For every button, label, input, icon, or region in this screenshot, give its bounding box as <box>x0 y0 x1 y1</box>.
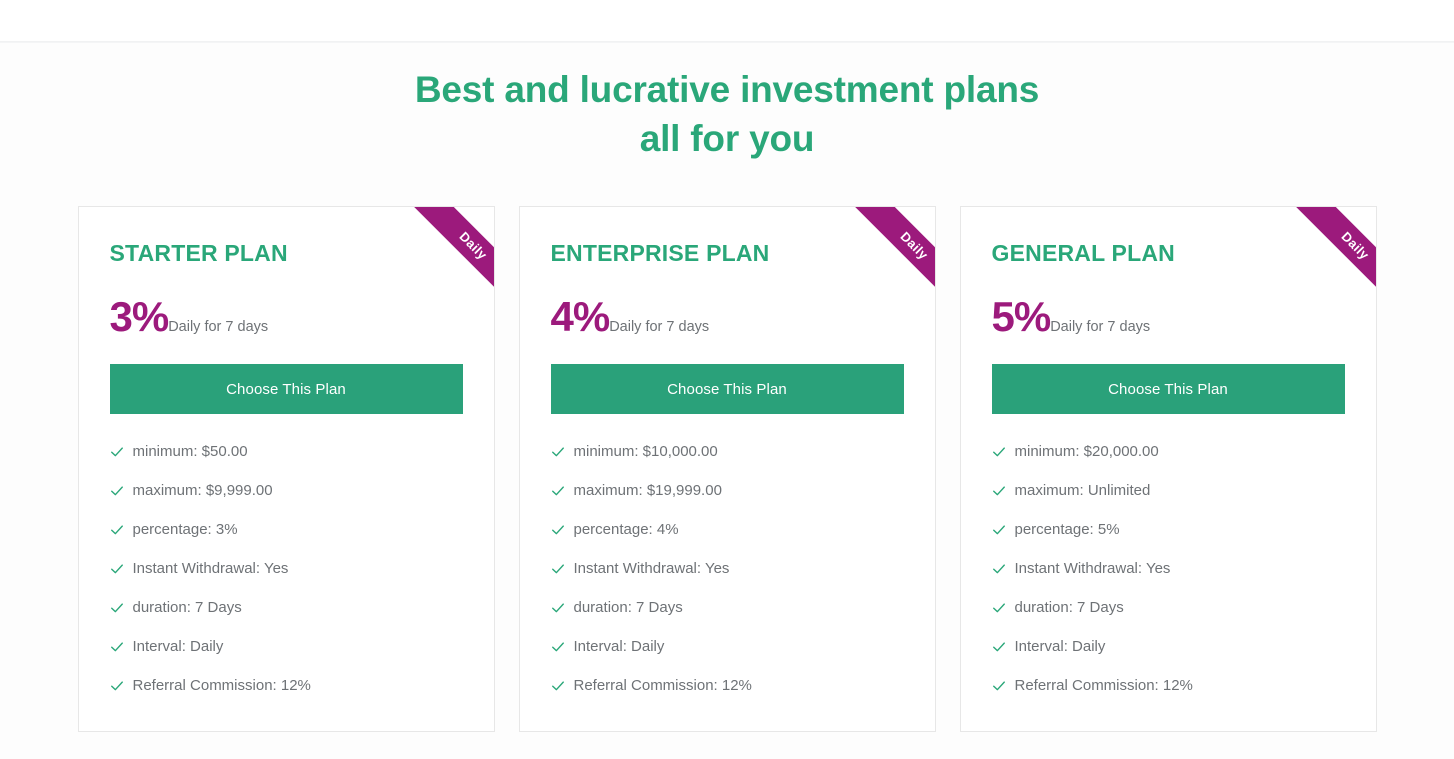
page-title-line-1: Best and lucrative investment plans <box>414 69 1040 110</box>
plan-rate-row: 4% Daily for 7 days <box>551 296 904 338</box>
plan-card-body: GENERAL PLAN 5% Daily for 7 days Choose … <box>961 207 1376 731</box>
plan-feature-item: minimum: $50.00 <box>110 440 463 463</box>
plan-rate-row: 5% Daily for 7 days <box>992 296 1345 338</box>
plan-feature-label: Instant Withdrawal: Yes <box>573 560 730 577</box>
check-icon <box>551 523 565 537</box>
check-icon <box>551 679 565 693</box>
plan-feature-label: maximum: Unlimited <box>1014 482 1151 499</box>
plan-feature-item: Instant Withdrawal: Yes <box>992 557 1345 580</box>
plan-cards-container: Daily STARTER PLAN 3% Daily for 7 days C… <box>0 206 1454 732</box>
plan-title: GENERAL PLAN <box>991 240 1175 266</box>
plan-feature-label: percentage: 3% <box>132 521 238 538</box>
plan-feature-label: Referral Commission: 12% <box>132 677 311 694</box>
check-icon <box>551 640 565 654</box>
check-icon <box>992 562 1006 576</box>
plan-feature-item: maximum: $19,999.00 <box>551 479 904 502</box>
plan-feature-label: minimum: $50.00 <box>132 443 248 460</box>
check-icon <box>110 679 124 693</box>
plan-feature-label: Instant Withdrawal: Yes <box>132 560 289 577</box>
check-icon <box>110 601 124 615</box>
plan-rate-caption: Daily for 7 days <box>1050 319 1151 335</box>
plan-feature-list: minimum: $10,000.00 maximum: $19,999.00 pe… <box>551 440 904 697</box>
plan-feature-label: duration: 7 Days <box>132 599 242 616</box>
plan-feature-label: maximum: $19,999.00 <box>573 482 722 499</box>
plan-feature-item: Interval: Daily <box>110 635 463 658</box>
check-icon <box>551 562 565 576</box>
plan-feature-item: percentage: 5% <box>992 518 1345 541</box>
plan-feature-item: Interval: Daily <box>992 635 1345 658</box>
choose-plan-button-2[interactable]: Choose This Plan <box>550 364 904 414</box>
check-icon <box>992 679 1006 693</box>
check-icon <box>551 445 565 459</box>
investment-plans-section: Best and lucrative investment plans all … <box>0 43 1454 759</box>
check-icon <box>551 601 565 615</box>
plan-feature-label: Interval: Daily <box>1014 638 1106 655</box>
check-icon <box>551 484 565 498</box>
plan-feature-label: minimum: $20,000.00 <box>1014 443 1159 460</box>
plan-feature-label: duration: 7 Days <box>1014 599 1124 616</box>
plan-feature-item: Interval: Daily <box>551 635 904 658</box>
plan-feature-item: duration: 7 Days <box>110 596 463 619</box>
plan-feature-item: duration: 7 Days <box>551 596 904 619</box>
check-icon <box>992 601 1006 615</box>
check-icon <box>992 523 1006 537</box>
choose-plan-button-1[interactable]: Choose This Plan <box>109 364 463 414</box>
plan-feature-item: percentage: 3% <box>110 518 463 541</box>
plan-feature-item: minimum: $10,000.00 <box>551 440 904 463</box>
plan-card-1: Daily STARTER PLAN 3% Daily for 7 days C… <box>77 206 495 732</box>
plan-feature-label: duration: 7 Days <box>573 599 683 616</box>
plan-feature-label: minimum: $10,000.00 <box>573 443 718 460</box>
plan-card-body: ENTERPRISE PLAN 4% Daily for 7 days Choo… <box>520 207 935 731</box>
plan-feature-label: Referral Commission: 12% <box>573 677 752 694</box>
plan-card-2: Daily ENTERPRISE PLAN 4% Daily for 7 day… <box>518 206 936 732</box>
check-icon <box>992 484 1006 498</box>
plan-title: STARTER PLAN <box>109 240 288 266</box>
plan-feature-item: Instant Withdrawal: Yes <box>110 557 463 580</box>
plan-feature-item: Instant Withdrawal: Yes <box>551 557 904 580</box>
choose-plan-button-3[interactable]: Choose This Plan <box>991 364 1345 414</box>
check-icon <box>992 445 1006 459</box>
check-icon <box>110 523 124 537</box>
page-title-line-2: all for you <box>639 118 815 159</box>
plan-feature-label: Interval: Daily <box>132 638 224 655</box>
plan-rate-value: 4% <box>550 293 611 340</box>
plan-feature-item: Referral Commission: 12% <box>110 674 463 697</box>
check-icon <box>110 445 124 459</box>
plan-feature-label: percentage: 4% <box>573 521 679 538</box>
plan-feature-label: maximum: $9,999.00 <box>132 482 273 499</box>
plan-card-3: Daily GENERAL PLAN 5% Daily for 7 days C… <box>959 206 1377 732</box>
plan-rate-caption: Daily for 7 days <box>609 319 710 335</box>
plan-feature-label: Referral Commission: 12% <box>1014 677 1193 694</box>
plan-rate-value: 5% <box>991 293 1052 340</box>
check-icon <box>110 640 124 654</box>
plan-feature-label: Instant Withdrawal: Yes <box>1014 560 1171 577</box>
plan-feature-label: percentage: 5% <box>1014 521 1120 538</box>
plan-feature-list: minimum: $20,000.00 maximum: Unlimited per… <box>992 440 1345 697</box>
plan-feature-item: maximum: Unlimited <box>992 479 1345 502</box>
plan-feature-label: Interval: Daily <box>573 638 665 655</box>
plan-feature-list: minimum: $50.00 maximum: $9,999.00 percent… <box>110 440 463 697</box>
plan-feature-item: Referral Commission: 12% <box>551 674 904 697</box>
check-icon <box>992 640 1006 654</box>
plan-feature-item: percentage: 4% <box>551 518 904 541</box>
plan-feature-item: Referral Commission: 12% <box>992 674 1345 697</box>
plan-rate-caption: Daily for 7 days <box>168 319 269 335</box>
plan-feature-item: maximum: $9,999.00 <box>110 479 463 502</box>
plan-feature-item: duration: 7 Days <box>992 596 1345 619</box>
plan-rate-value: 3% <box>109 293 170 340</box>
page-top-strip <box>0 0 1454 41</box>
plan-title: ENTERPRISE PLAN <box>550 240 770 266</box>
check-icon <box>110 562 124 576</box>
plan-feature-item: minimum: $20,000.00 <box>992 440 1345 463</box>
plan-rate-row: 3% Daily for 7 days <box>110 296 463 338</box>
check-icon <box>110 484 124 498</box>
page-title: Best and lucrative investment plans all … <box>0 43 1454 163</box>
plan-card-body: STARTER PLAN 3% Daily for 7 days Choose … <box>79 207 494 731</box>
